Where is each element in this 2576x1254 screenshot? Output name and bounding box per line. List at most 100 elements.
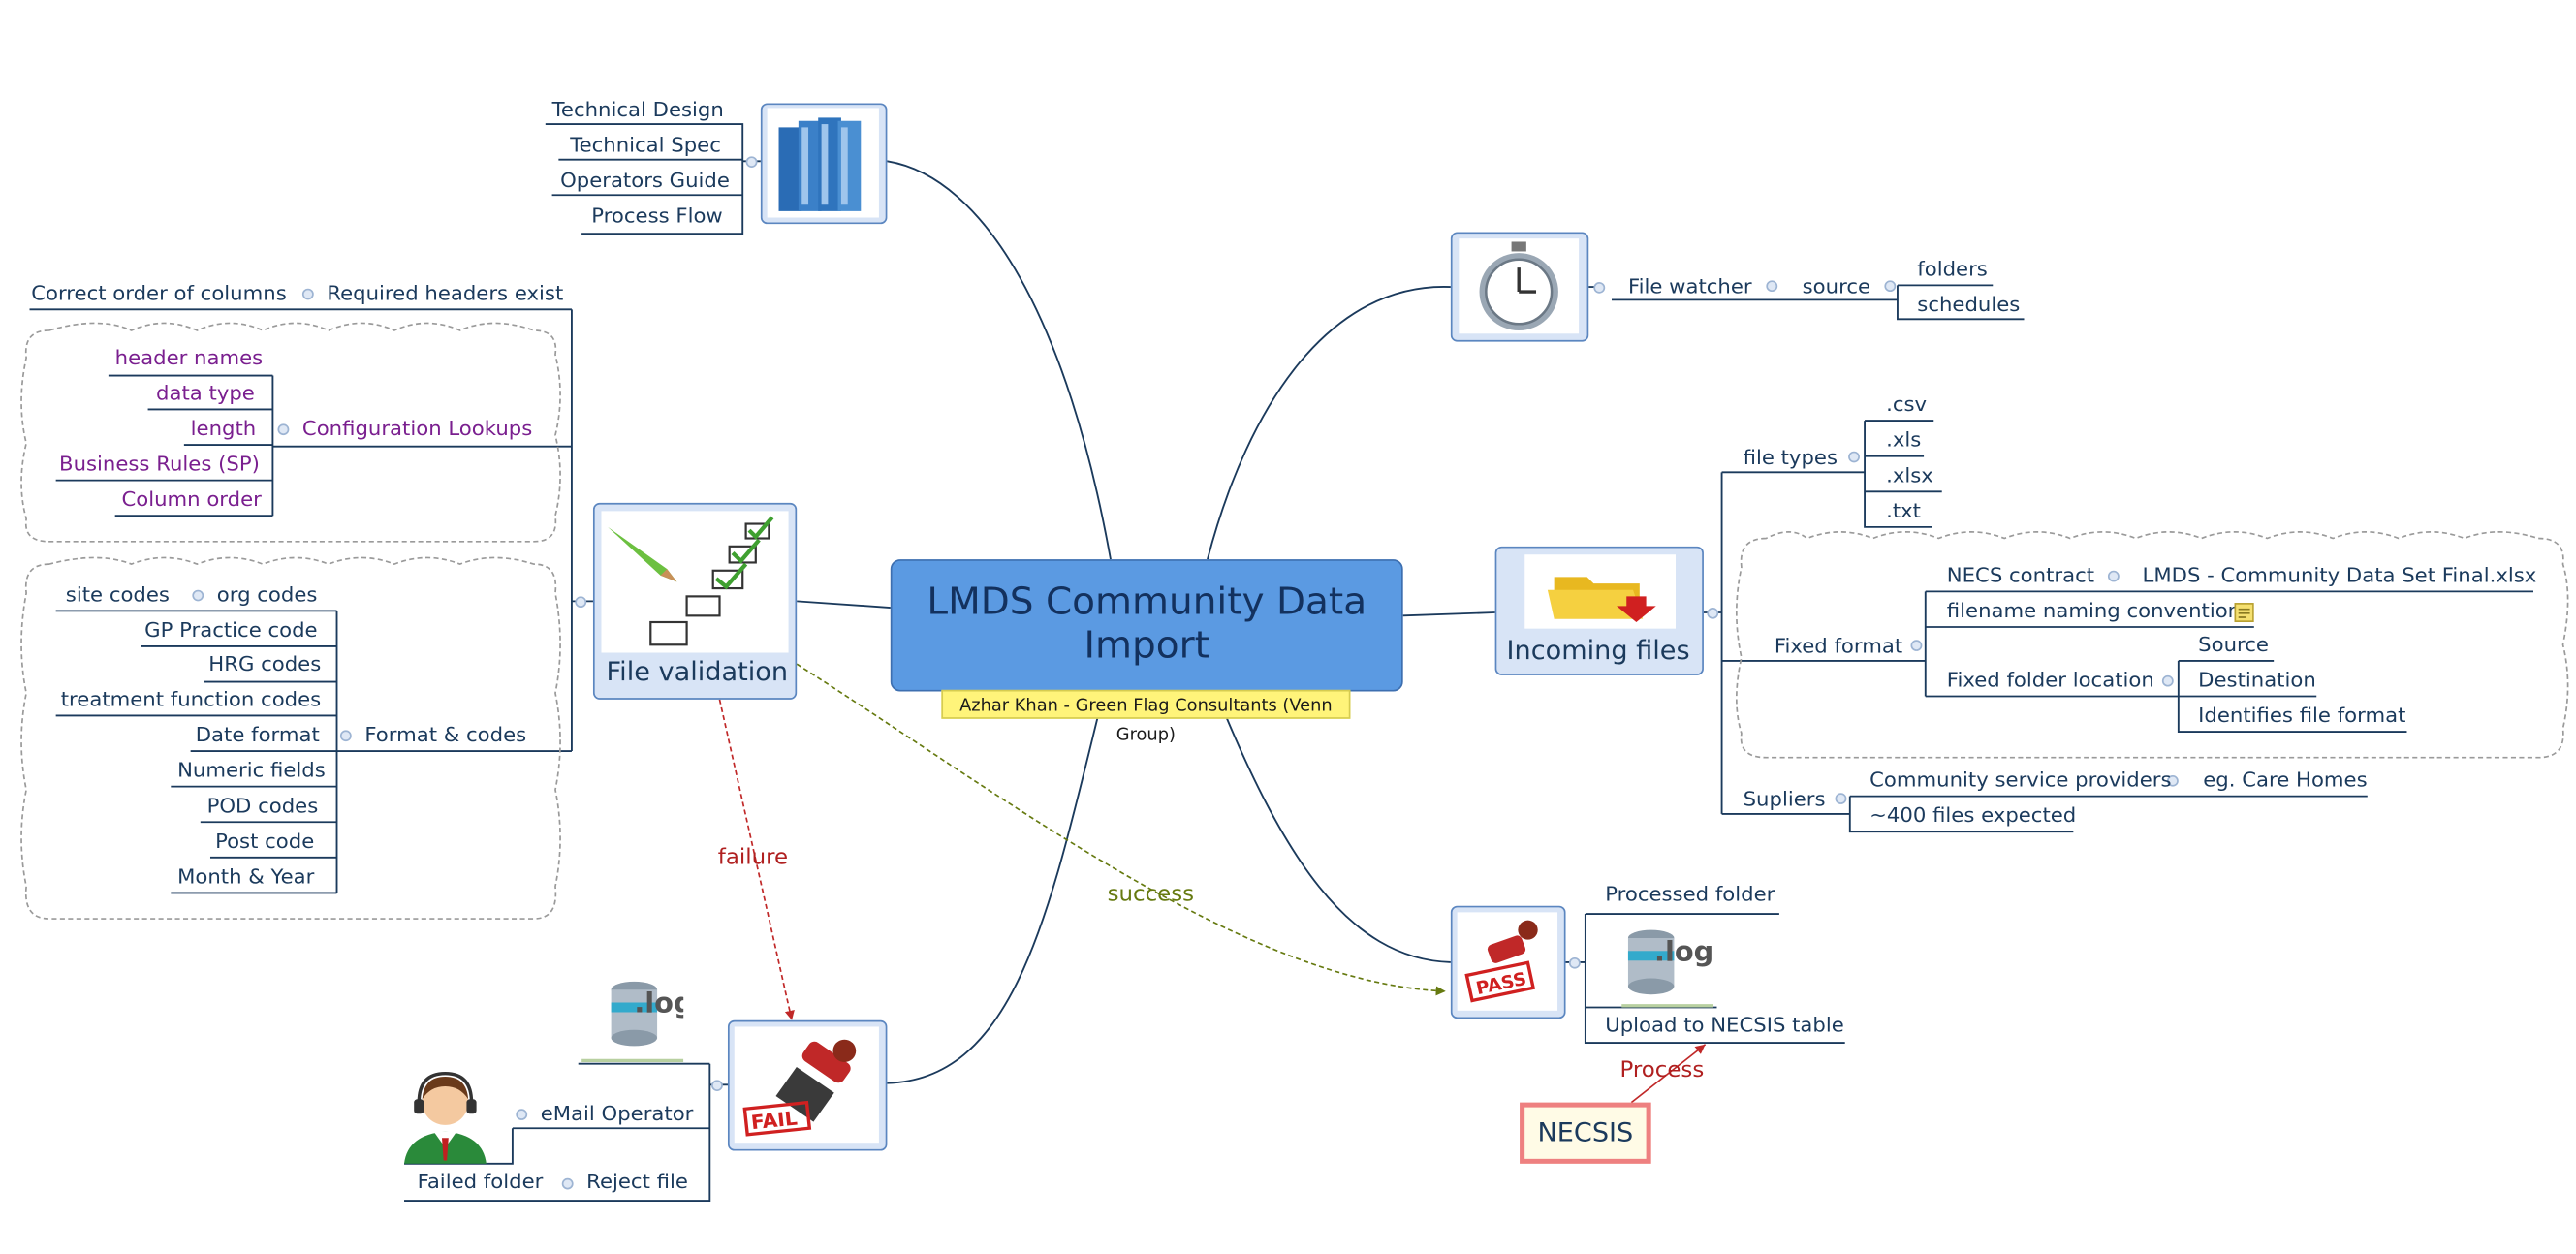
file-type-xlsx[interactable]: .xlsx	[1886, 462, 1933, 488]
fail-stamp-icon: FAIL	[734, 1026, 879, 1144]
format-post-code[interactable]: Post code	[215, 829, 314, 855]
incoming-files-topic[interactable]: Incoming files	[1494, 546, 1704, 675]
file-type-csv[interactable]: .csv	[1886, 392, 1927, 418]
collapse-toggle[interactable]	[1568, 956, 1581, 969]
author-note: Azhar Khan - Green Flag Consultants (Ven…	[941, 689, 1351, 744]
required-headers[interactable]: Required headers exist	[327, 280, 563, 306]
collapse-toggle[interactable]	[1884, 280, 1897, 293]
pass-topic[interactable]: PASS	[1450, 905, 1566, 1019]
config-data-type[interactable]: data type	[156, 381, 255, 407]
file-validation-label: File validation	[606, 655, 789, 687]
collapse-toggle[interactable]	[301, 288, 314, 300]
file-types-label[interactable]: file types	[1744, 445, 1838, 471]
file-watcher-label[interactable]: File watcher	[1628, 274, 1752, 300]
note-icon[interactable]	[2234, 603, 2254, 622]
folder-icon	[1524, 554, 1677, 629]
connector-documents	[887, 160, 1112, 560]
suppliers-label[interactable]: Supliers	[1744, 787, 1826, 813]
collapse-toggle[interactable]	[516, 1109, 528, 1120]
stopwatch-icon	[1459, 238, 1580, 334]
svg-text:FAIL: FAIL	[750, 1107, 799, 1135]
connector-file-watcher	[1207, 286, 1451, 560]
collapse-toggle[interactable]	[339, 730, 352, 742]
incoming-files-label: Incoming files	[1506, 635, 1690, 666]
files-expected[interactable]: ~400 files expected	[1869, 802, 2076, 829]
collapse-toggle[interactable]	[561, 1177, 574, 1190]
collapse-toggle[interactable]	[2161, 674, 2174, 687]
email-operator[interactable]: eMail Operator	[541, 1101, 694, 1127]
fixed-folder-location[interactable]: Fixed folder location	[1947, 668, 2154, 694]
collapse-toggle[interactable]	[711, 1080, 723, 1091]
collapse-toggle[interactable]	[1835, 793, 1847, 804]
format-date[interactable]: Date format	[196, 722, 320, 748]
config-header-names[interactable]: header names	[115, 345, 264, 371]
file-validation-topic[interactable]: File validation	[592, 502, 798, 700]
collapse-toggle[interactable]	[192, 589, 204, 602]
format-month-year[interactable]: Month & Year	[177, 863, 314, 890]
file-type-xls[interactable]: .xls	[1886, 427, 1921, 454]
pass-stamp-icon: PASS	[1457, 912, 1558, 1011]
config-length[interactable]: length	[191, 416, 257, 442]
svg-text:.log: .log	[1654, 936, 1713, 968]
collapse-toggle[interactable]	[1910, 640, 1923, 651]
central-title-line1: LMDS Community Data	[927, 581, 1367, 624]
necs-contract[interactable]: NECS contract	[1947, 562, 2094, 588]
collapse-toggle[interactable]	[745, 156, 758, 168]
fail-topic[interactable]: FAIL	[727, 1019, 888, 1151]
necsis-topic[interactable]: NECSIS	[1520, 1102, 1651, 1164]
watch-schedules[interactable]: schedules	[1917, 292, 2020, 318]
folder-destination[interactable]: Destination	[2198, 668, 2316, 694]
org-codes[interactable]: org codes	[217, 581, 318, 608]
watch-folders[interactable]: folders	[1917, 256, 1988, 282]
file-type-txt[interactable]: .txt	[1886, 498, 1921, 524]
failure-relation-label: failure	[717, 844, 789, 871]
source-label[interactable]: source	[1803, 274, 1870, 300]
folder-identifies-format[interactable]: Identifies file format	[2198, 703, 2405, 729]
log-database-icon: .log	[1621, 929, 1714, 1008]
central-topic[interactable]: LMDS Community Data Import	[890, 559, 1403, 692]
processed-folder[interactable]: Processed folder	[1605, 882, 1775, 908]
necs-file[interactable]: LMDS - Community Data Set Final.xlsx	[2143, 562, 2537, 588]
connector-incoming	[1402, 611, 1495, 617]
checklist-icon	[601, 511, 789, 653]
book-stack-icon	[767, 108, 879, 218]
doc-operators-guide[interactable]: Operators Guide	[560, 168, 730, 194]
collapse-toggle[interactable]	[2107, 570, 2120, 582]
collapse-toggle[interactable]	[277, 423, 290, 436]
operator-avatar-icon	[404, 1072, 487, 1164]
format-codes-label[interactable]: Format & codes	[364, 722, 526, 748]
doc-technical-spec[interactable]: Technical Spec	[570, 132, 721, 158]
config-column-order[interactable]: Column order	[121, 486, 261, 513]
collapse-toggle[interactable]	[1848, 451, 1860, 463]
format-hrg-codes[interactable]: HRG codes	[208, 651, 321, 677]
reject-file[interactable]: Reject file	[586, 1169, 688, 1195]
svg-text:.log: .log	[634, 988, 683, 1019]
failed-folder[interactable]: Failed folder	[418, 1169, 544, 1195]
collapse-toggle[interactable]	[1707, 608, 1719, 619]
folder-source[interactable]: Source	[2198, 632, 2269, 658]
collapse-toggle[interactable]	[575, 596, 587, 609]
connector-validation	[797, 600, 891, 609]
format-gp-practice[interactable]: GP Practice code	[144, 617, 317, 643]
site-codes[interactable]: site codes	[66, 581, 170, 608]
format-numeric[interactable]: Numeric fields	[177, 758, 326, 784]
collapse-toggle[interactable]	[1766, 280, 1778, 293]
collapse-toggle[interactable]	[1593, 282, 1606, 294]
doc-technical-design[interactable]: Technical Design	[552, 97, 724, 123]
mind-map-canvas: LMDS Community Data Import Azhar Khan - …	[0, 0, 2576, 1254]
connector-fail	[887, 691, 1106, 1084]
fixed-format-label[interactable]: Fixed format	[1775, 634, 1902, 660]
filename-naming[interactable]: filename naming convention	[1947, 598, 2241, 624]
care-homes[interactable]: eg. Care Homes	[2203, 768, 2367, 794]
connector-pass	[1214, 691, 1451, 963]
upload-necsis[interactable]: Upload to NECSIS table	[1605, 1012, 1844, 1038]
format-treatment-function[interactable]: treatment function codes	[61, 687, 321, 713]
community-providers[interactable]: Community service providers	[1869, 768, 2171, 794]
doc-process-flow[interactable]: Process Flow	[591, 204, 723, 230]
file-watcher-topic[interactable]	[1450, 232, 1589, 342]
format-pod-codes[interactable]: POD codes	[207, 793, 319, 819]
config-business-rules[interactable]: Business Rules (SP)	[59, 452, 260, 478]
configuration-lookups[interactable]: Configuration Lookups	[302, 416, 532, 442]
correct-order-columns[interactable]: Correct order of columns	[31, 280, 287, 306]
documents-topic[interactable]	[760, 103, 888, 225]
